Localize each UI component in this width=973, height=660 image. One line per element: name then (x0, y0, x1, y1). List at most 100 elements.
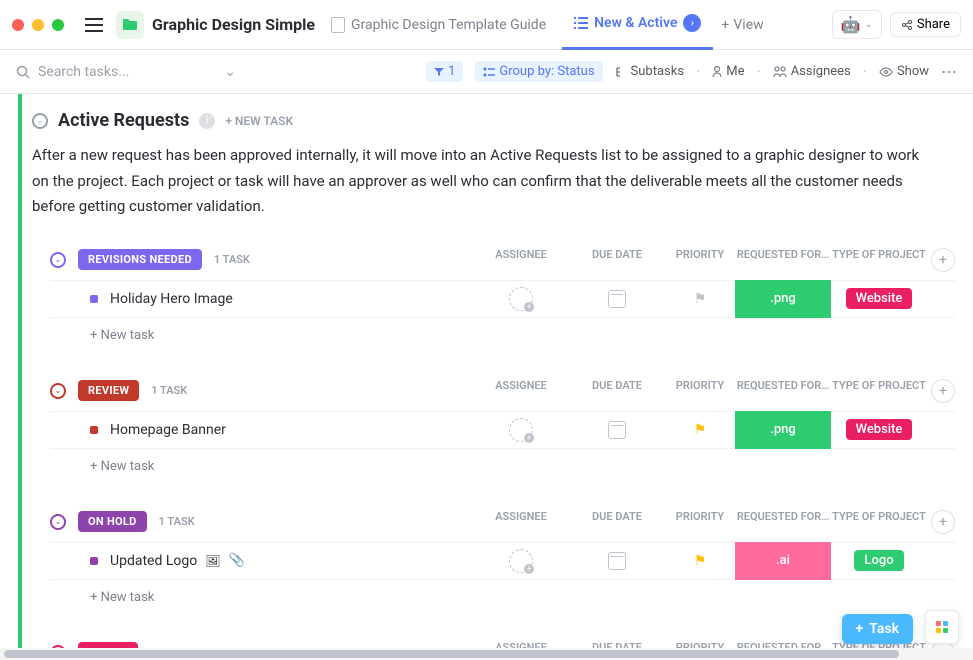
col-requested-format[interactable]: REQUESTED FOR… (735, 248, 831, 272)
plus-icon: + (721, 17, 729, 33)
maximize-window[interactable] (52, 19, 64, 31)
assignee-cell[interactable] (473, 549, 569, 573)
search-input[interactable] (38, 64, 188, 80)
topbar: Graphic Design Simple Graphic Design Tem… (0, 0, 973, 50)
add-column-button[interactable]: + (931, 248, 955, 272)
view-tab-new-active[interactable]: New & Active › (562, 0, 713, 50)
folder-icon[interactable] (116, 11, 144, 39)
priority-cell[interactable]: ⚑ (665, 422, 735, 438)
col-priority[interactable]: PRIORITY (665, 248, 735, 272)
section-header: ⌄ Active Requests i + NEW TASK (32, 110, 955, 131)
collapse-icon[interactable]: ⌄ (50, 383, 66, 399)
status-bullet (90, 426, 98, 434)
assign-icon (509, 287, 533, 311)
col-assignee[interactable]: ASSIGNEE (473, 510, 569, 534)
due-date-cell[interactable] (569, 552, 665, 570)
col-requested-format[interactable]: REQUESTED FOR… (735, 379, 831, 403)
assignees-label: Assignees (791, 64, 851, 79)
arrow-right-icon: › (683, 14, 701, 32)
due-date-cell[interactable] (569, 290, 665, 308)
col-type-of-project[interactable]: TYPE OF PROJECT (831, 510, 927, 534)
group-header: ⌄ REVIEW 1 TASK ASSIGNEE DUE DATE PRIORI… (50, 371, 955, 411)
new-task-row[interactable]: + New task (50, 318, 955, 347)
horizontal-scrollbar[interactable] (0, 648, 973, 660)
minimize-window[interactable] (32, 19, 44, 31)
collapse-icon[interactable]: ⌄ (50, 252, 66, 268)
breadcrumb-doc[interactable]: Graphic Design Template Guide (323, 17, 554, 33)
col-priority[interactable]: PRIORITY (665, 510, 735, 534)
collapse-icon[interactable]: ⌄ (50, 514, 66, 530)
new-task-button[interactable]: + NEW TASK (225, 114, 293, 128)
new-task-row[interactable]: + New task (50, 580, 955, 609)
col-due-date[interactable]: DUE DATE (569, 248, 665, 272)
search-box[interactable]: ⌄ (16, 64, 236, 80)
task-name[interactable]: Updated Logo 🖼📎 (110, 553, 473, 569)
format-badge[interactable]: .ai (735, 542, 831, 580)
col-priority[interactable]: PRIORITY (665, 379, 735, 403)
group-by-button[interactable]: Group by: Status (475, 61, 602, 82)
col-requested-format[interactable]: REQUESTED FOR… (735, 510, 831, 534)
task-row[interactable]: Homepage Banner ⚑ .png Website (50, 411, 955, 449)
column-headers: ASSIGNEE DUE DATE PRIORITY REQUESTED FOR… (473, 510, 955, 534)
info-icon[interactable]: i (199, 113, 215, 129)
col-assignee[interactable]: ASSIGNEE (473, 379, 569, 403)
automation-button[interactable]: 🤖 ⌄ (832, 10, 882, 39)
priority-cell[interactable]: ⚑ (665, 291, 735, 307)
apps-fab[interactable] (925, 610, 959, 644)
assignee-cell[interactable] (473, 418, 569, 442)
due-date-cell[interactable] (569, 421, 665, 439)
status-badge[interactable]: REVISIONS NEEDED (78, 249, 202, 270)
chevron-down-icon[interactable]: ⌄ (224, 64, 236, 80)
show-label: Show (897, 64, 929, 79)
eye-icon (879, 67, 893, 77)
task-name[interactable]: Homepage Banner (110, 422, 473, 438)
add-column-button[interactable]: + (931, 379, 955, 403)
task-row[interactable]: Updated Logo 🖼📎 ⚑ .ai Logo (50, 542, 955, 580)
separator: · (757, 62, 761, 81)
type-badge: Website (846, 288, 913, 309)
collapse-icon[interactable]: ⌄ (32, 113, 48, 129)
filter-button[interactable]: 1 (426, 61, 463, 82)
format-badge[interactable]: .png (735, 280, 831, 318)
me-button[interactable]: Me (712, 64, 744, 79)
task-name[interactable]: Holiday Hero Image (110, 291, 473, 307)
more-icon[interactable]: ⋯ (941, 62, 957, 81)
scrollbar-thumb[interactable] (4, 650, 899, 658)
list-icon (574, 17, 588, 29)
assignees-button[interactable]: Assignees (773, 64, 851, 79)
col-due-date[interactable]: DUE DATE (569, 379, 665, 403)
show-button[interactable]: Show (879, 64, 929, 79)
task-row[interactable]: Holiday Hero Image ⚑ .png Website (50, 280, 955, 318)
close-window[interactable] (12, 19, 24, 31)
assignee-cell[interactable] (473, 287, 569, 311)
col-priority[interactable]: PRIORITY (665, 641, 735, 649)
assign-icon (509, 418, 533, 442)
new-task-row[interactable]: + New task (50, 449, 955, 478)
add-column-button[interactable]: + (931, 510, 955, 534)
type-cell[interactable]: Website (831, 419, 927, 440)
status-badge[interactable]: ON HOLD (78, 511, 147, 532)
col-assignee[interactable]: ASSIGNEE (473, 248, 569, 272)
flag-icon: ⚑ (694, 553, 707, 569)
menu-icon[interactable] (80, 11, 108, 39)
type-cell[interactable]: Logo (831, 550, 927, 571)
col-due-date[interactable]: DUE DATE (569, 510, 665, 534)
col-assignee[interactable]: ASSIGNEE (473, 641, 569, 649)
col-due-date[interactable]: DUE DATE (569, 641, 665, 649)
new-task-fab[interactable]: + Task (842, 614, 913, 644)
section-active-requests: ⌄ Active Requests i + NEW TASK After a n… (18, 94, 973, 648)
add-view-button[interactable]: + View (721, 17, 763, 33)
flag-icon: ⚑ (694, 291, 707, 307)
share-button[interactable]: Share (890, 12, 961, 37)
priority-cell[interactable]: ⚑ (665, 553, 735, 569)
col-requested-format[interactable]: REQUESTED FOR… (735, 641, 831, 649)
task-cells: ⚑ .png Website (473, 280, 955, 318)
add-view-label: View (733, 17, 763, 33)
apps-icon (936, 621, 948, 633)
format-badge[interactable]: .png (735, 411, 831, 449)
status-badge[interactable]: REVIEW (78, 380, 139, 401)
col-type-of-project[interactable]: TYPE OF PROJECT (831, 379, 927, 403)
type-cell[interactable]: Website (831, 288, 927, 309)
subtasks-button[interactable]: Subtasks (615, 64, 685, 79)
col-type-of-project[interactable]: TYPE OF PROJECT (831, 248, 927, 272)
